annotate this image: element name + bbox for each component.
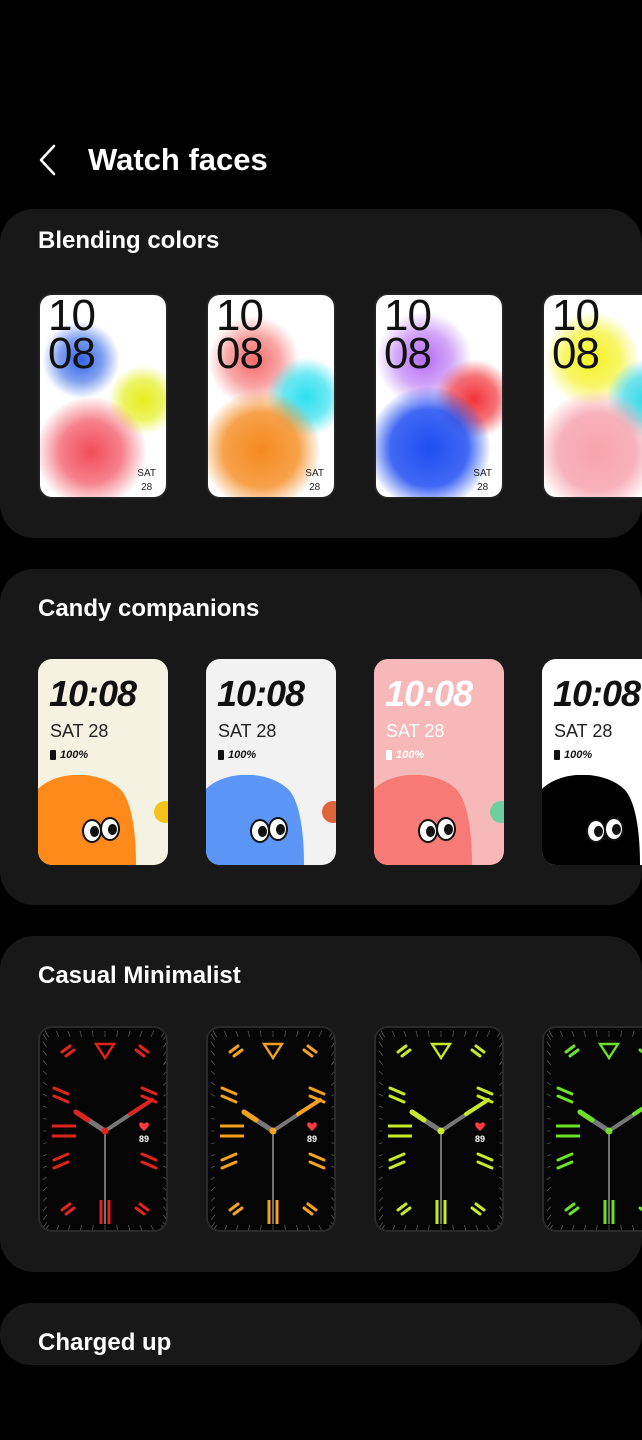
date-display: SAT 28: [473, 468, 492, 493]
heart-icon: [307, 1122, 317, 1131]
analog-dial: 89: [378, 1030, 502, 1230]
heart-icon: [139, 1122, 149, 1131]
watch-face-blending-2[interactable]: 10 08 SAT 28: [206, 293, 336, 499]
watch-face-candy-4[interactable]: 10:08 SAT 28 100%: [542, 659, 642, 865]
battery-status: 100%: [554, 749, 592, 761]
date-display: SAT 28: [137, 468, 156, 493]
watch-face-blending-4[interactable]: 10 08: [542, 293, 642, 499]
section-title: Charged up: [38, 1329, 172, 1356]
date-display: SAT 28: [218, 721, 277, 741]
watch-face-minimalist-3[interactable]: 89: [374, 1026, 504, 1232]
battery-status: 100%: [386, 749, 424, 761]
eye-icon: [418, 819, 438, 843]
battery-icon: [386, 750, 392, 760]
heart-rate-value: 89: [475, 1134, 485, 1144]
watch-face-blending-1[interactable]: 10 08 SAT 28: [38, 293, 168, 499]
time-display: 10:08: [553, 673, 641, 714]
time-display: 10:08: [385, 673, 473, 714]
date-display: SAT 28: [386, 721, 445, 741]
watch-face-blending-3[interactable]: 10 08 SAT 28: [374, 293, 504, 499]
eye-icon: [100, 817, 120, 841]
chevron-left-icon: [39, 144, 56, 176]
section-title: Blending colors: [38, 227, 220, 254]
heart-rate-value: 89: [139, 1134, 149, 1144]
watch-face-candy-2[interactable]: 10:08 SAT 28 100%: [206, 659, 336, 865]
battery-status: 100%: [50, 749, 88, 761]
heart-rate-value: 89: [307, 1134, 317, 1144]
time-display: 10 08: [48, 293, 96, 378]
section-candy-companions: Candy companions 10:08 SAT 28 100% 10:08…: [0, 569, 642, 905]
watch-face-minimalist-1[interactable]: 89: [38, 1026, 168, 1232]
section-charged-up: Charged up: [0, 1303, 642, 1365]
eye-icon: [250, 819, 270, 843]
watch-face-minimalist-2[interactable]: 89: [206, 1026, 336, 1232]
back-button[interactable]: [28, 140, 68, 180]
time-display: 10 08: [216, 293, 264, 378]
battery-icon: [218, 750, 224, 760]
eye-icon: [268, 817, 288, 841]
heart-icon: [475, 1122, 485, 1131]
time-display: 10:08: [217, 673, 305, 714]
time-display: 10 08: [552, 293, 600, 378]
analog-dial: 89: [42, 1030, 166, 1230]
eye-icon: [82, 819, 102, 843]
watch-face-minimalist-4[interactable]: [542, 1026, 642, 1232]
page-title: Watch faces: [88, 142, 268, 177]
eye-icon: [586, 819, 606, 843]
date-display: SAT 28: [50, 721, 109, 741]
section-title: Casual Minimalist: [38, 962, 241, 989]
time-display: 10 08: [384, 293, 432, 378]
date-display: SAT 28: [305, 468, 324, 493]
app-header: Watch faces: [0, 120, 642, 200]
battery-icon: [50, 750, 56, 760]
date-display: SAT 28: [554, 721, 613, 741]
battery-status: 100%: [218, 749, 256, 761]
eye-icon: [604, 817, 624, 841]
eye-icon: [436, 817, 456, 841]
section-blending-colors: Blending colors 10 08 SAT 28 10 08 SAT 28 10…: [0, 209, 642, 538]
analog-dial: 89: [210, 1030, 334, 1230]
analog-dial: [546, 1030, 642, 1230]
watch-face-candy-1[interactable]: 10:08 SAT 28 100%: [38, 659, 168, 865]
time-display: 10:08: [49, 673, 137, 714]
section-title: Candy companions: [38, 595, 260, 622]
watch-face-candy-3[interactable]: 10:08 SAT 28 100%: [374, 659, 504, 865]
section-casual-minimalist: Casual Minimalist 89 89 89: [0, 936, 642, 1272]
battery-icon: [554, 750, 560, 760]
